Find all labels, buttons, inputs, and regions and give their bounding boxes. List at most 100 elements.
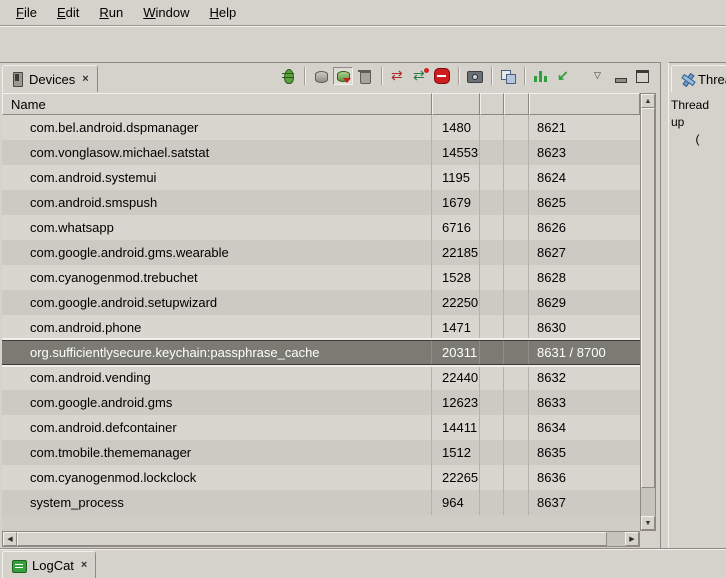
empty-cell — [480, 190, 504, 215]
table-row[interactable]: com.cyanogenmod.trebuchet 1528 8628 — [2, 265, 640, 290]
threads-message-line1: Thread up — [671, 97, 724, 131]
table-row[interactable]: com.vonglasow.michael.satstat 14553 8623 — [2, 140, 640, 165]
debug-icon[interactable] — [278, 67, 298, 85]
process-pid: 22185 — [432, 240, 480, 265]
cause-gc-icon[interactable] — [355, 67, 375, 85]
menu-help[interactable]: Help — [199, 2, 246, 23]
process-pid: 1679 — [432, 190, 480, 215]
empty-cell — [504, 315, 529, 340]
panel-sash[interactable] — [661, 62, 668, 548]
column-header-empty[interactable] — [480, 93, 504, 115]
scroll-up-icon[interactable]: ▲ — [641, 94, 655, 108]
vertical-scrollbar[interactable]: ▲ ▼ — [640, 93, 656, 531]
tab-devices-close-icon[interactable]: × — [80, 73, 88, 85]
stop-process-icon[interactable] — [432, 67, 452, 85]
menu-run[interactable]: Run — [89, 2, 133, 23]
tab-threads[interactable]: Threa — [671, 65, 726, 92]
table-row[interactable]: com.android.defcontainer 14411 8634 — [2, 415, 640, 440]
process-pid: 1480 — [432, 115, 480, 140]
table-row-selected[interactable]: org.sufficientlysecure.keychain:passphra… — [2, 340, 640, 365]
process-port: 8627 — [529, 240, 640, 265]
empty-cell — [480, 115, 504, 140]
column-header-name[interactable]: Name — [2, 93, 432, 115]
process-pid: 20311 — [432, 341, 480, 364]
table-row[interactable]: com.android.systemui 1195 8624 — [2, 165, 640, 190]
table-row[interactable]: com.tmobile.thememanager 1512 8635 — [2, 440, 640, 465]
process-name: com.android.phone — [2, 315, 432, 340]
empty-cell — [504, 341, 529, 364]
process-name: com.android.defcontainer — [2, 415, 432, 440]
screen-capture-icon[interactable] — [465, 67, 485, 85]
table-row[interactable]: com.whatsapp 6716 8626 — [2, 215, 640, 240]
empty-cell — [480, 265, 504, 290]
device-icon — [11, 72, 24, 87]
process-pid: 12623 — [432, 390, 480, 415]
menu-file[interactable]: File — [6, 2, 47, 23]
process-port: 8621 — [529, 115, 640, 140]
start-method-profiling-icon[interactable] — [410, 67, 430, 85]
table-row[interactable]: system_process 964 8637 — [2, 490, 640, 515]
process-port: 8629 — [529, 290, 640, 315]
empty-cell — [504, 290, 529, 315]
empty-cell — [480, 341, 504, 364]
scroll-right-icon[interactable]: ▶ — [625, 532, 639, 546]
process-pid: 6716 — [432, 215, 480, 240]
scroll-down-icon[interactable]: ▼ — [641, 516, 655, 530]
table-row[interactable]: com.bel.android.dspmanager 1480 8621 — [2, 115, 640, 140]
table-row[interactable]: com.cyanogenmod.lockclock 22265 8636 — [2, 465, 640, 490]
empty-cell — [480, 215, 504, 240]
horizontal-scrollbar[interactable]: ◀ ▶ — [2, 531, 640, 547]
process-name: com.google.android.gms.wearable — [2, 240, 432, 265]
empty-cell — [504, 140, 529, 165]
empty-cell — [480, 490, 504, 515]
update-threads-icon[interactable] — [388, 67, 408, 85]
column-header-port[interactable] — [529, 93, 640, 115]
process-port: 8634 — [529, 415, 640, 440]
logcat-icon — [11, 558, 27, 573]
dump-hprof-icon[interactable] — [333, 67, 353, 85]
menu-edit[interactable]: Edit — [47, 2, 89, 23]
table-row[interactable]: com.android.vending 22440 8632 — [2, 365, 640, 390]
table-row[interactable]: com.google.android.gms 12623 8633 — [2, 390, 640, 415]
minimize-view-icon[interactable] — [611, 67, 631, 85]
maximize-view-icon[interactable] — [633, 67, 653, 85]
devices-view: Devices × Name — [0, 62, 661, 549]
empty-cell — [504, 440, 529, 465]
table-row[interactable]: com.google.android.setupwizard 22250 862… — [2, 290, 640, 315]
process-name: com.bel.android.dspmanager — [2, 115, 432, 140]
process-pid: 22265 — [432, 465, 480, 490]
process-pid: 14553 — [432, 140, 480, 165]
menu-window[interactable]: Window — [133, 2, 199, 23]
horizontal-scrollbar-thumb[interactable] — [17, 532, 607, 546]
process-port: 8625 — [529, 190, 640, 215]
menu-bar: File Edit Run Window Help — [0, 0, 726, 26]
process-pid: 1195 — [432, 165, 480, 190]
tab-devices[interactable]: Devices × — [2, 65, 98, 92]
devices-view-toolbar — [277, 67, 654, 85]
ui-hierarchy-icon[interactable] — [498, 67, 518, 85]
table-row[interactable]: com.android.phone 1471 8630 — [2, 315, 640, 340]
tab-logcat[interactable]: LogCat × — [2, 551, 96, 578]
tab-devices-label: Devices — [29, 72, 75, 87]
process-port: 8635 — [529, 440, 640, 465]
threads-message-line2: ( — [671, 131, 724, 148]
process-port: 8636 — [529, 465, 640, 490]
empty-cell — [480, 140, 504, 165]
column-header-empty[interactable] — [504, 93, 529, 115]
update-heap-icon[interactable] — [311, 67, 331, 85]
column-header-pid[interactable] — [432, 93, 480, 115]
process-pid: 22250 — [432, 290, 480, 315]
scroll-left-icon[interactable]: ◀ — [3, 532, 17, 546]
process-name: com.google.android.setupwizard — [2, 290, 432, 315]
process-name: com.vonglasow.michael.satstat — [2, 140, 432, 165]
sysinfo-chart-icon[interactable] — [531, 67, 551, 85]
tab-logcat-close-icon[interactable]: × — [79, 559, 87, 571]
vertical-scrollbar-thumb[interactable] — [641, 108, 655, 488]
empty-cell — [504, 215, 529, 240]
process-name: com.google.android.gms — [2, 390, 432, 415]
table-row[interactable]: com.android.smspush 1679 8625 — [2, 190, 640, 215]
table-row[interactable]: com.google.android.gms.wearable 22185 86… — [2, 240, 640, 265]
process-port: 8631 / 8700 — [529, 341, 640, 364]
view-menu-icon[interactable] — [589, 67, 609, 85]
reset-adb-icon[interactable] — [553, 67, 573, 85]
